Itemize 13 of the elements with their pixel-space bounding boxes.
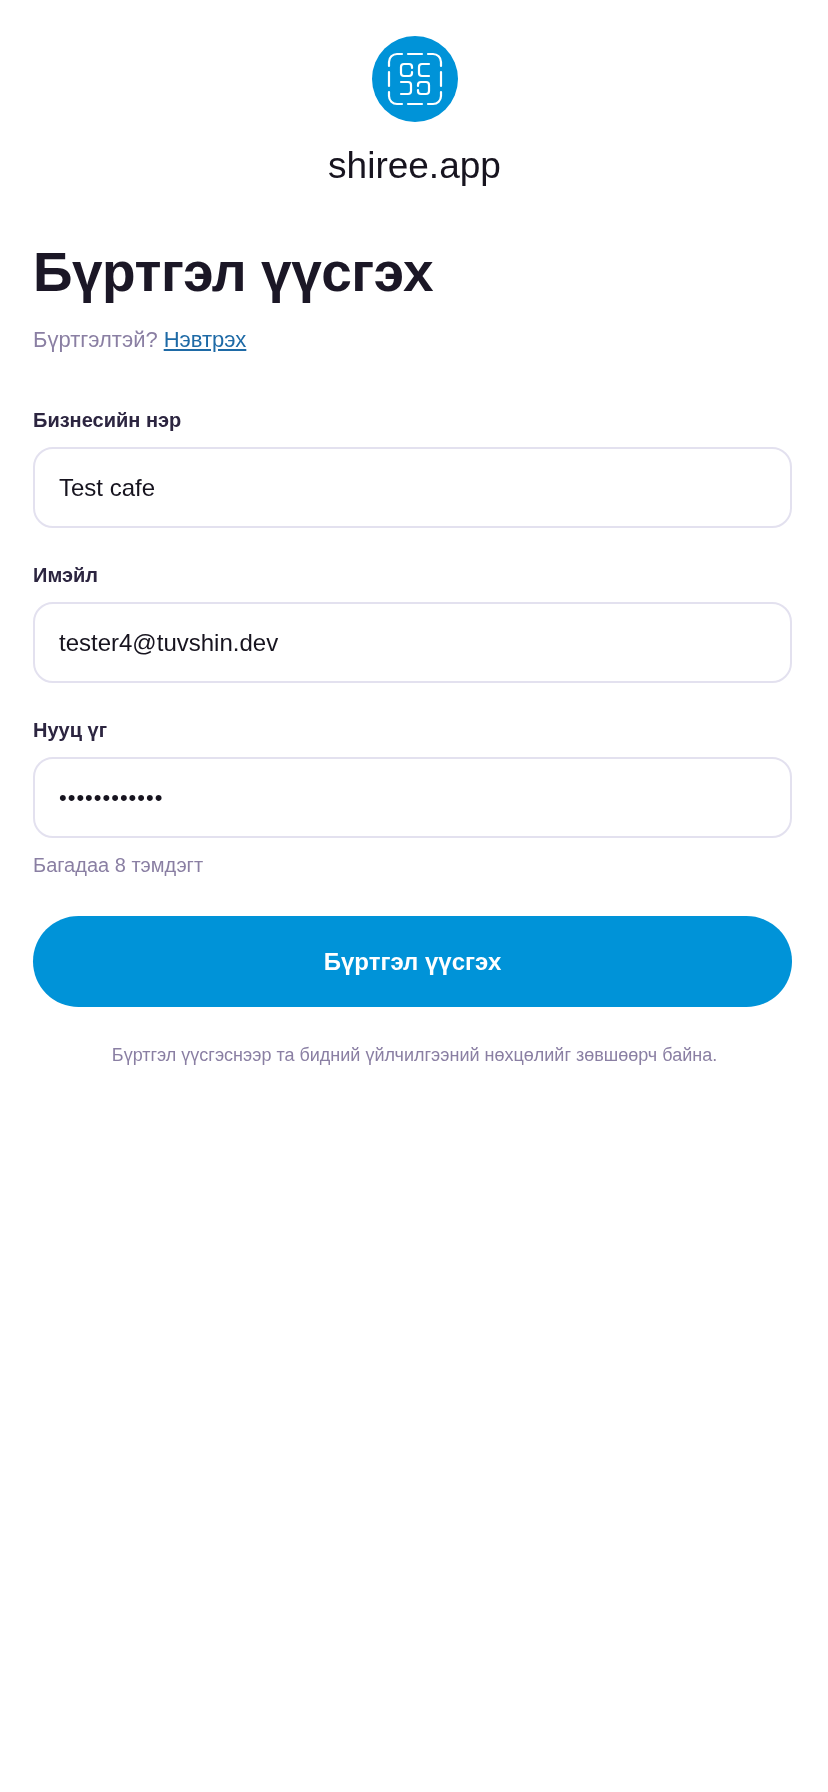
field-label: Бизнесийн нэр [33,408,182,433]
logo-icon [371,36,458,122]
password-field[interactable]: •••••••••••• [33,757,792,838]
signin-link[interactable]: Нэвтрэх [163,325,247,355]
brand-name: shiree.app [328,144,501,188]
field-label: Имэйл [33,563,98,588]
field-label: Нууц үг [33,718,107,743]
page-heading: Бүртгэл үүсгэх [33,240,433,304]
field-hint: Багадаа 8 тэмдэгт [33,853,204,878]
terms-note: Бүртгэл үүсгэснээр та бидний үйлчилгээний нөхцөлийг зөвшөөрч байна. [111,1044,718,1067]
signin-prompt: Бүртгэлтэй? [33,326,158,354]
input-field[interactable]: Test cafe [33,447,792,528]
email-field[interactable]: tester4@tuvshin.dev [33,602,792,683]
